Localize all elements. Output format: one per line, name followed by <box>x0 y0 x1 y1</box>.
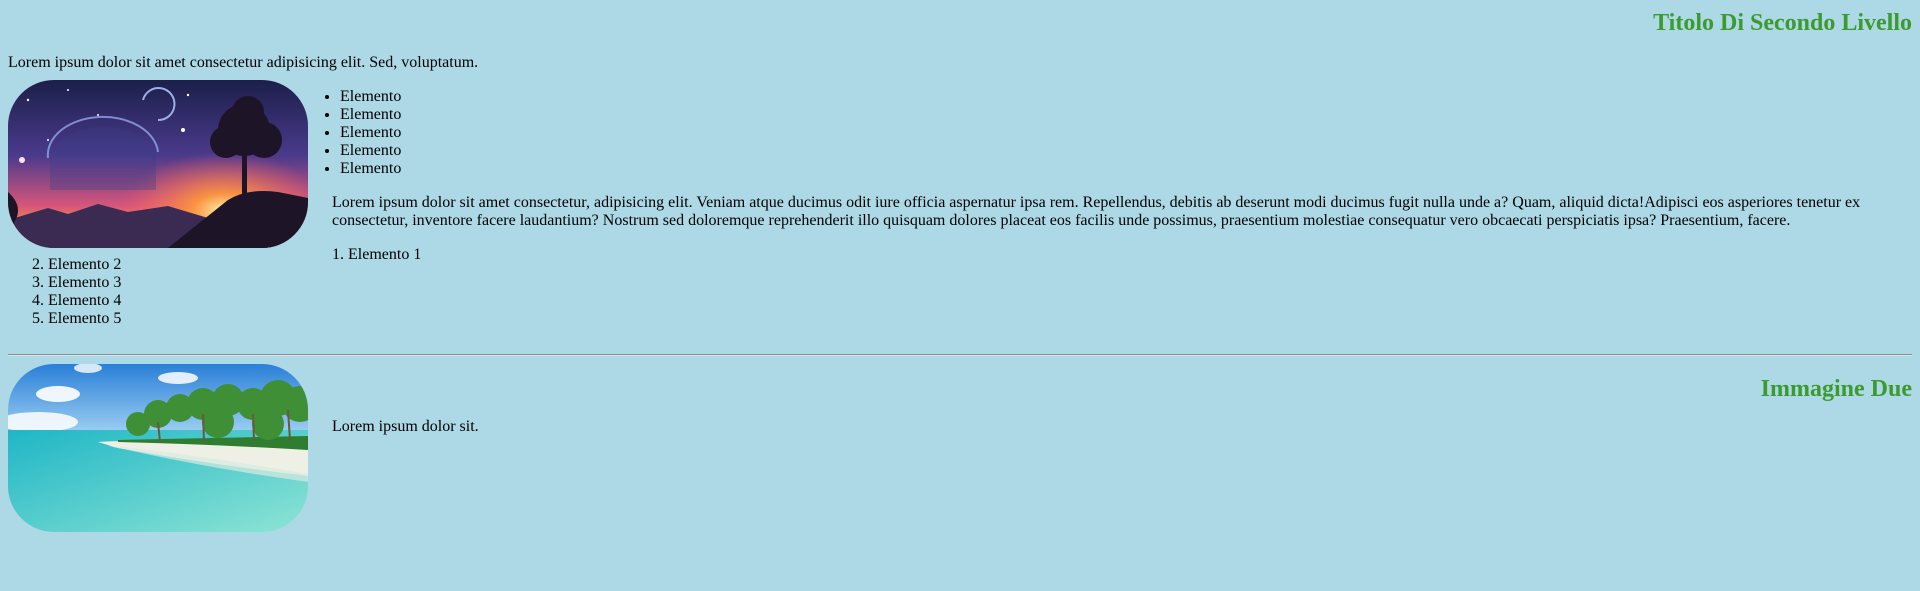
tropical-beach-image <box>8 364 308 532</box>
divider <box>8 354 1912 356</box>
section-two-content: Immagine Due Lorem ipsum dolor sit. <box>332 364 1912 436</box>
section-one-paragraph: Lorem ipsum dolor sit amet consectetur, … <box>332 194 1861 229</box>
ordered-list-first-item: 1. Elemento 1 <box>332 246 1912 264</box>
list-item: Elemento <box>340 124 1912 142</box>
list-item: Elemento 4 <box>48 292 121 310</box>
list-item-label: Elemento 1 <box>348 246 422 263</box>
section-two-title: Immagine Due <box>1760 376 1912 402</box>
page-title: Titolo Di Secondo Livello <box>1653 10 1912 36</box>
section-two-paragraph: Lorem ipsum dolor sit. <box>332 418 479 435</box>
space-landscape-image <box>8 80 308 248</box>
list-item: Elemento 3 <box>48 274 121 292</box>
list-item: Elemento <box>340 106 1912 124</box>
intro-text: Lorem ipsum dolor sit amet consectetur a… <box>8 54 479 71</box>
list-item: Elemento <box>340 160 1912 178</box>
ordered-list: Elemento 2 Elemento 3 Elemento 4 Element… <box>8 256 121 328</box>
list-item: Elemento 2 <box>48 256 121 274</box>
section-one-content: Elemento Elemento Elemento Elemento Elem… <box>332 88 1912 264</box>
list-item: Elemento 5 <box>48 310 121 328</box>
page: Titolo Di Secondo Livello Lorem ipsum do… <box>0 0 1920 342</box>
list-number: 1. <box>332 246 344 263</box>
section-one: Elemento Elemento Elemento Elemento Elem… <box>8 80 1912 342</box>
bullet-list: Elemento Elemento Elemento Elemento Elem… <box>332 88 1912 178</box>
list-item: Elemento <box>340 142 1912 160</box>
list-item: Elemento <box>340 88 1912 106</box>
section-two: Immagine Due Lorem ipsum dolor sit. <box>8 364 1912 532</box>
